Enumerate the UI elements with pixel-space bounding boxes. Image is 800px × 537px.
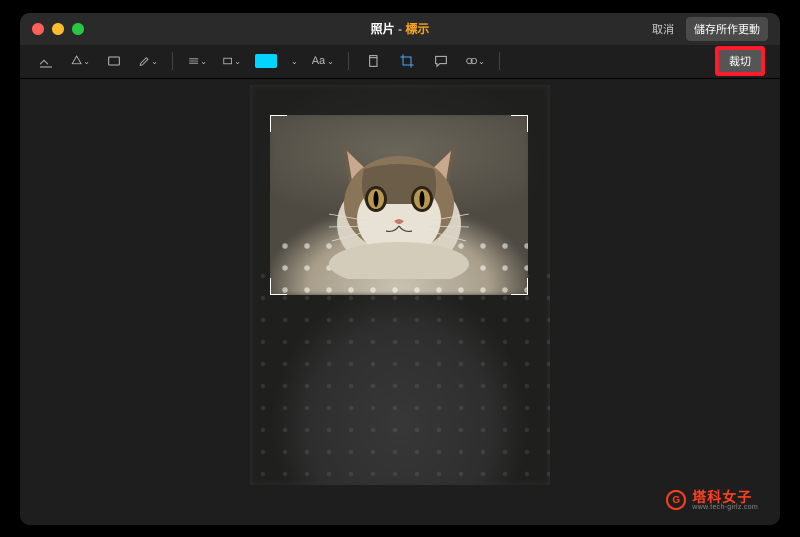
watermark-text: 塔科女子 [692,490,758,504]
titlebar: 照片 - 標示 取消 儲存所作更動 [20,13,780,45]
toolbar-separator [499,52,500,70]
crop-icon[interactable] [397,51,417,71]
save-changes-button[interactable]: 儲存所作更動 [686,17,768,41]
crop-handle-tl[interactable] [270,115,287,132]
app-name: 照片 [371,22,395,36]
markup-icon[interactable] [36,51,56,71]
close-window-button[interactable] [32,23,44,35]
watermark-badge: G [666,490,686,510]
crop-handle-br[interactable] [511,278,528,295]
crop-handle-tr[interactable] [511,115,528,132]
toolbar-separator [348,52,349,70]
toolbar-separator [172,52,173,70]
crop-selection[interactable] [270,115,528,295]
minimize-window-button[interactable] [52,23,64,35]
crop-handle-bl[interactable] [270,278,287,295]
cancel-button[interactable]: 取消 [646,18,680,40]
fullscreen-window-button[interactable] [72,23,84,35]
adjust-icon[interactable]: ⌄ [465,51,485,71]
shapes-icon[interactable]: ⌄ [70,51,90,71]
rectangle-icon[interactable] [104,51,124,71]
markup-toolbar: ⌄ ⌄ ⌄ ⌄ ⌄ Aa⌄ [20,45,780,79]
image-subject [314,129,484,279]
traffic-lights [32,23,84,35]
app-window: 照片 - 標示 取消 儲存所作更動 ⌄ ⌄ ⌄ [20,13,780,525]
image-preview[interactable] [250,85,550,485]
color-picker[interactable] [255,54,277,68]
image-canvas [20,79,780,525]
crop-button-highlight: 裁切 [716,47,764,75]
comment-icon[interactable] [431,51,451,71]
copy-icon[interactable] [363,51,383,71]
text-tool[interactable]: Aa⌄ [312,55,334,67]
border-style-icon[interactable]: ⌄ [221,51,241,71]
line-style-icon[interactable]: ⌄ [187,51,207,71]
watermark-sub: www.tech-girlz.com [692,504,758,511]
watermark: G 塔科女子 www.tech-girlz.com [666,490,758,511]
draw-icon[interactable]: ⌄ [138,51,158,71]
crop-apply-button[interactable]: 裁切 [719,50,761,72]
edit-mode-label: 標示 [405,22,429,36]
